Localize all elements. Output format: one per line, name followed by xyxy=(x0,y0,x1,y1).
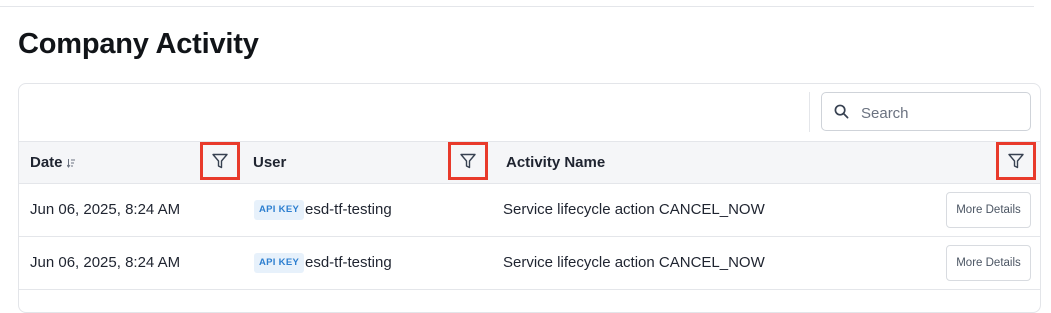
date-cell: Jun 06, 2025, 8:24 AM xyxy=(30,201,181,218)
user-filter-button[interactable] xyxy=(448,142,488,180)
more-details-button[interactable]: More Details xyxy=(946,245,1031,281)
date-filter-button[interactable] xyxy=(200,142,240,180)
top-divider xyxy=(0,6,1034,7)
table-row: Jun 06, 2025, 8:24 AM API KEY esd-tf-tes… xyxy=(19,237,1040,290)
activity-table-card: Date User Activity Name Jun 06, 202 xyxy=(18,83,1041,313)
user-cell: esd-tf-testing xyxy=(305,201,392,218)
filter-icon xyxy=(1008,153,1024,169)
table-toolbar xyxy=(19,84,1040,141)
page-title: Company Activity xyxy=(18,28,259,60)
search-box[interactable] xyxy=(821,92,1031,131)
activity-filter-button[interactable] xyxy=(996,142,1036,180)
search-icon xyxy=(834,104,849,119)
column-header-user: User xyxy=(253,154,287,171)
api-key-badge: API KEY xyxy=(254,200,305,220)
column-header-date[interactable]: Date xyxy=(30,154,63,171)
column-header-activity-name: Activity Name xyxy=(506,154,606,171)
activity-name-cell: Service lifecycle action CANCEL_NOW xyxy=(503,201,765,218)
filter-icon xyxy=(212,153,228,169)
more-details-button[interactable]: More Details xyxy=(946,192,1031,228)
table-row: Jun 06, 2025, 8:24 AM API KEY esd-tf-tes… xyxy=(19,184,1040,237)
table-header: Date User Activity Name xyxy=(19,141,1040,184)
toolbar-divider xyxy=(809,92,810,132)
user-cell: esd-tf-testing xyxy=(305,254,392,271)
date-cell: Jun 06, 2025, 8:24 AM xyxy=(30,254,181,271)
filter-icon xyxy=(460,153,476,169)
api-key-badge: API KEY xyxy=(254,253,305,273)
activity-name-cell: Service lifecycle action CANCEL_NOW xyxy=(503,254,765,271)
search-input[interactable] xyxy=(859,102,1023,124)
sort-icon[interactable] xyxy=(67,158,75,168)
